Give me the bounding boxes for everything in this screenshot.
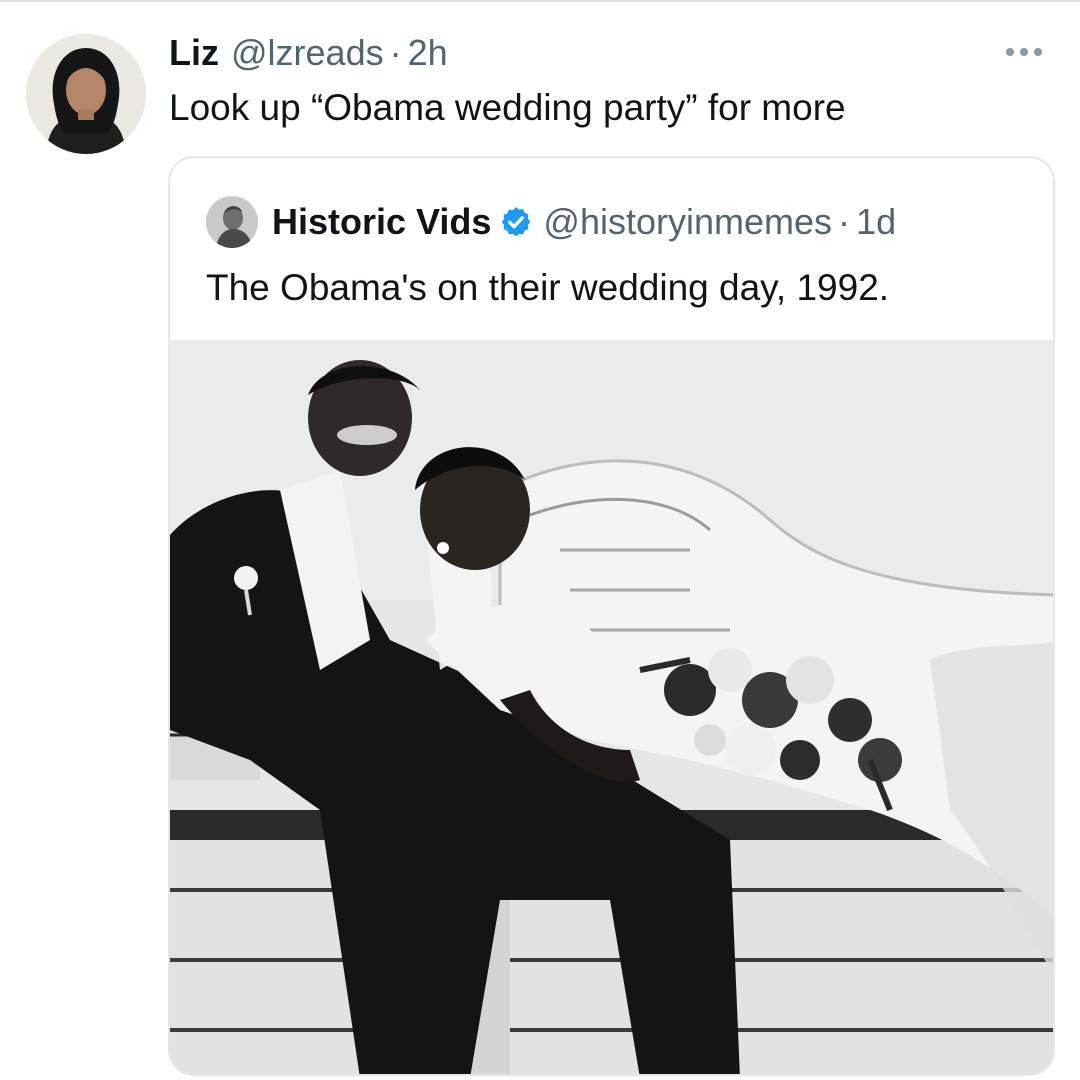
quoted-tweet-text: The Obama's on their wedding day, 1992. — [206, 267, 890, 308]
avatar-photo — [26, 34, 146, 154]
author-name[interactable]: Liz — [169, 30, 219, 76]
quoted-author-name[interactable]: Historic Vids — [272, 201, 491, 243]
more-options-icon[interactable] — [1006, 40, 1052, 64]
quoted-tweet-header: Historic Vids @historyinmemes · 1d — [272, 196, 896, 248]
author-handle[interactable]: @lzreads — [231, 30, 384, 76]
header-separator: · — [389, 32, 402, 73]
more-dot — [1006, 48, 1014, 56]
more-dot — [1034, 48, 1042, 56]
quoted-tweet-card[interactable]: Historic Vids @historyinmemes · 1d The O… — [168, 156, 1055, 1076]
top-divider — [0, 0, 1080, 2]
quoted-header-separator: · — [838, 201, 851, 242]
quoted-author-avatar[interactable] — [206, 196, 258, 248]
more-dot — [1020, 48, 1028, 56]
quoted-tweet-timestamp[interactable]: 1d — [856, 201, 896, 243]
wedding-photo[interactable] — [170, 340, 1055, 1076]
tweet-timestamp[interactable]: 2h — [408, 30, 448, 76]
tweet-header: Liz @lzreads · 2h — [169, 30, 448, 76]
tweet-text: Look up “Obama wedding party” for more — [169, 87, 846, 128]
quoted-author-handle[interactable]: @historyinmemes — [543, 201, 832, 243]
quoted-avatar-photo — [206, 196, 258, 248]
verified-badge-icon — [502, 207, 531, 237]
author-avatar[interactable] — [26, 34, 146, 154]
